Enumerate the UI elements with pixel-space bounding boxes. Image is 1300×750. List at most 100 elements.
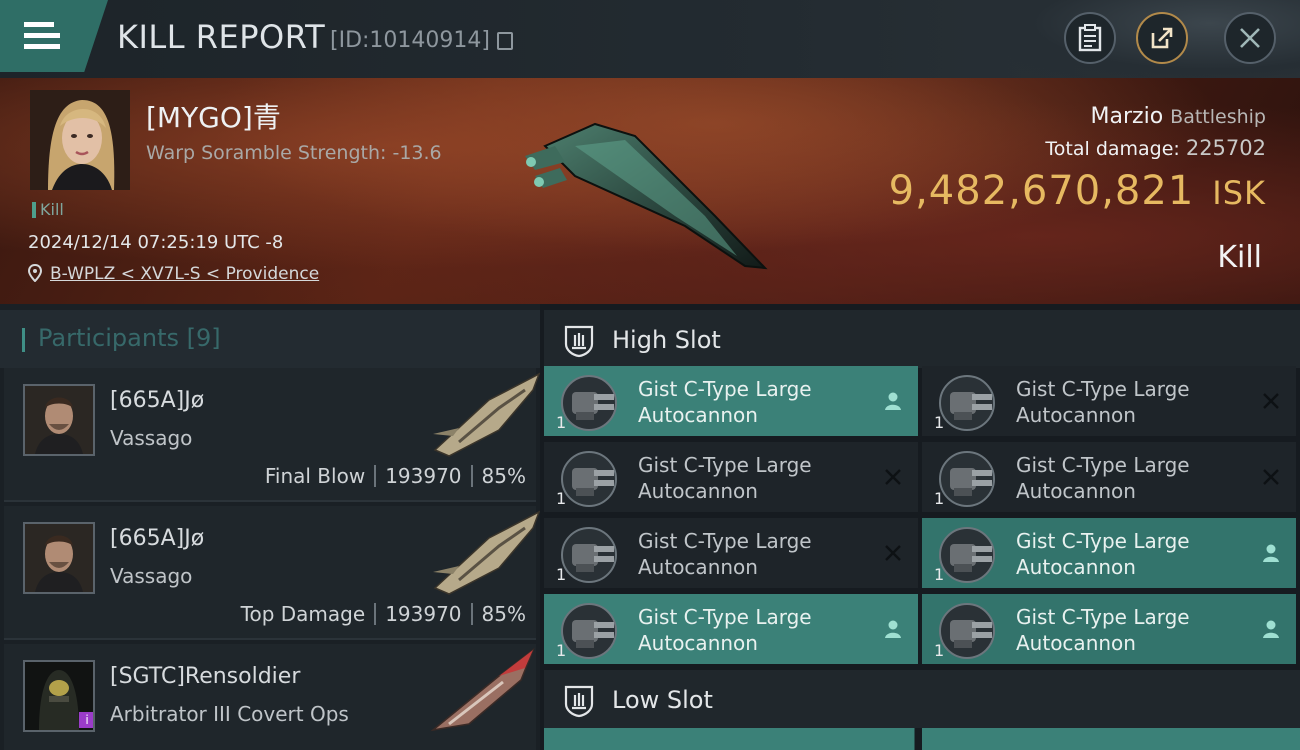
close-button[interactable] xyxy=(1224,12,1276,64)
high-slot-header: High Slot xyxy=(544,310,1300,368)
module-name: Gist C-Type Large Autocannon xyxy=(638,453,812,503)
total-damage-label: Total damage: xyxy=(1045,138,1180,160)
autocannon-icon xyxy=(939,375,995,431)
destroyed-x-icon xyxy=(885,545,901,561)
isk-unit: ISK xyxy=(1212,174,1266,212)
participant-ship: Arbitrator III Covert Ops xyxy=(110,702,349,726)
participant-ship: Vassago xyxy=(110,564,193,588)
victim-ship-image[interactable] xyxy=(515,106,775,276)
participant-row[interactable]: [665A]Jø Vassago Top Damage 193970 85% xyxy=(4,506,541,640)
kill-result: Kill xyxy=(1217,240,1262,275)
header-accent xyxy=(22,328,25,352)
autocannon-icon xyxy=(561,375,617,431)
module-name: Gist C-Type Large Autocannon xyxy=(1016,529,1190,579)
dropped-person-icon xyxy=(1263,620,1279,638)
participant-damage: 193970 xyxy=(385,602,462,626)
participant-row[interactable]: [665A]Jø Vassago Final Blow 193970 85% xyxy=(4,368,541,502)
module-item[interactable]: 1 Gist C-Type Large Autocannon xyxy=(922,518,1296,590)
participant-name[interactable]: [665A]Jø xyxy=(110,388,204,413)
module-name: Gist C-Type Large Autocannon xyxy=(638,605,812,655)
module-quantity: 1 xyxy=(934,641,945,660)
participant-tag: Top Damage xyxy=(240,602,366,626)
destroyed-x-icon xyxy=(1263,469,1279,485)
participants-header: Participants [9] xyxy=(0,310,540,368)
participant-avatar-image xyxy=(25,386,93,454)
module-quantity: 1 xyxy=(934,489,945,508)
module-quantity: 1 xyxy=(556,489,567,508)
participant-avatar[interactable] xyxy=(23,384,95,456)
high-slot-icon xyxy=(564,325,594,358)
participant-percent: 85% xyxy=(481,464,526,488)
destroyed-x-icon xyxy=(1263,393,1279,409)
module-item[interactable]: 1 Gist C-Type Large Autocannon xyxy=(544,442,918,514)
module-quantity: 1 xyxy=(934,565,945,584)
dropped-person-icon xyxy=(885,392,901,410)
isk-value: 9,482,670,821 ISK xyxy=(889,168,1266,214)
module-item[interactable]: 1 Gist C-Type Large Autocannon xyxy=(922,594,1296,666)
kill-tag: Kill xyxy=(32,202,64,218)
participant-avatar[interactable] xyxy=(23,522,95,594)
autocannon-icon xyxy=(939,527,995,583)
top-bar: KILL REPORT [ID:10140914] xyxy=(0,0,1300,78)
victim-ship-class: Battleship xyxy=(1170,106,1266,128)
participant-ship: Vassago xyxy=(110,426,193,450)
location-pin-icon xyxy=(28,264,42,282)
autocannon-icon xyxy=(561,527,617,583)
share-button[interactable] xyxy=(1136,12,1188,64)
low-slot-header: Low Slot xyxy=(544,670,1300,728)
module-name: Gist C-Type Large Autocannon xyxy=(638,377,812,427)
clipboard-icon xyxy=(1078,24,1102,52)
copy-icon[interactable] xyxy=(497,32,513,50)
module-item[interactable]: 1 Gist C-Type Large Autocannon xyxy=(922,442,1296,514)
low-slot-modules-partial[interactable] xyxy=(544,728,1300,750)
participant-stats: Top Damage 193970 85% xyxy=(241,602,526,626)
clipboard-button[interactable] xyxy=(1064,12,1116,64)
victim-name[interactable]: [MYGO]青 xyxy=(146,96,281,136)
participant-ship-image xyxy=(430,647,535,732)
autocannon-icon xyxy=(939,451,995,507)
module-quantity: 1 xyxy=(556,641,567,660)
victim-portrait[interactable] xyxy=(30,90,130,190)
dropped-person-icon xyxy=(885,620,901,638)
module-item[interactable]: 1 Gist C-Type Large Autocannon xyxy=(544,594,918,666)
isk-amount: 9,482,670,821 xyxy=(888,168,1195,214)
module-name: Gist C-Type Large Autocannon xyxy=(638,529,812,579)
kill-datetime: 2024/12/14 07:25:19 UTC -8 xyxy=(28,232,284,253)
victim-subtitle: Warp Soramble Strength: -13.6 xyxy=(146,142,442,164)
report-id: [ID:10140914] xyxy=(330,28,490,53)
participants-title: Participants [9] xyxy=(38,324,221,352)
kill-location[interactable]: B-WPLZ < XV7L-S < Providence xyxy=(28,264,319,284)
participant-ship-image xyxy=(433,510,541,595)
fitting-panel: High Slot 1 Gist C-Type Large Autocannon … xyxy=(540,304,1300,750)
autocannon-icon xyxy=(561,451,617,507)
menu-button[interactable] xyxy=(0,0,108,72)
low-slot-title: Low Slot xyxy=(612,686,713,714)
participant-avatar[interactable]: i xyxy=(23,660,95,732)
total-damage-value: 225702 xyxy=(1185,136,1266,160)
participant-name[interactable]: [665A]Jø xyxy=(110,526,204,551)
module-quantity: 1 xyxy=(934,413,945,432)
participant-stats: Final Blow 193970 85% xyxy=(265,464,526,488)
participant-ship-image xyxy=(433,372,541,457)
victim-ship: Marzio Battleship xyxy=(1091,104,1266,129)
destroyed-x-icon xyxy=(885,469,901,485)
low-slot-icon xyxy=(564,685,594,718)
kill-banner: [MYGO]青 Warp Soramble Strength: -13.6 Ki… xyxy=(0,78,1300,304)
info-badge-icon: i xyxy=(79,712,93,728)
total-damage: Total damage: 225702 xyxy=(1045,136,1266,160)
page-title: KILL REPORT xyxy=(117,18,326,56)
module-item[interactable]: 1 Gist C-Type Large Autocannon xyxy=(544,366,918,438)
module-quantity: 1 xyxy=(556,565,567,584)
module-item[interactable]: 1 Gist C-Type Large Autocannon xyxy=(922,366,1296,438)
menu-icon xyxy=(24,22,60,50)
participant-row[interactable]: i [SGTC]Rensoldier Arbitrator III Covert… xyxy=(4,644,536,750)
module-quantity: 1 xyxy=(556,413,567,432)
high-slot-title: High Slot xyxy=(612,326,721,354)
participant-damage: 193970 xyxy=(385,464,462,488)
participant-name[interactable]: [SGTC]Rensoldier xyxy=(110,664,300,689)
autocannon-icon xyxy=(939,603,995,659)
module-item[interactable]: 1 Gist C-Type Large Autocannon xyxy=(544,518,918,590)
participant-percent: 85% xyxy=(481,602,526,626)
location-link[interactable]: B-WPLZ < XV7L-S < Providence xyxy=(50,264,319,284)
victim-ship-name[interactable]: Marzio xyxy=(1091,104,1164,129)
